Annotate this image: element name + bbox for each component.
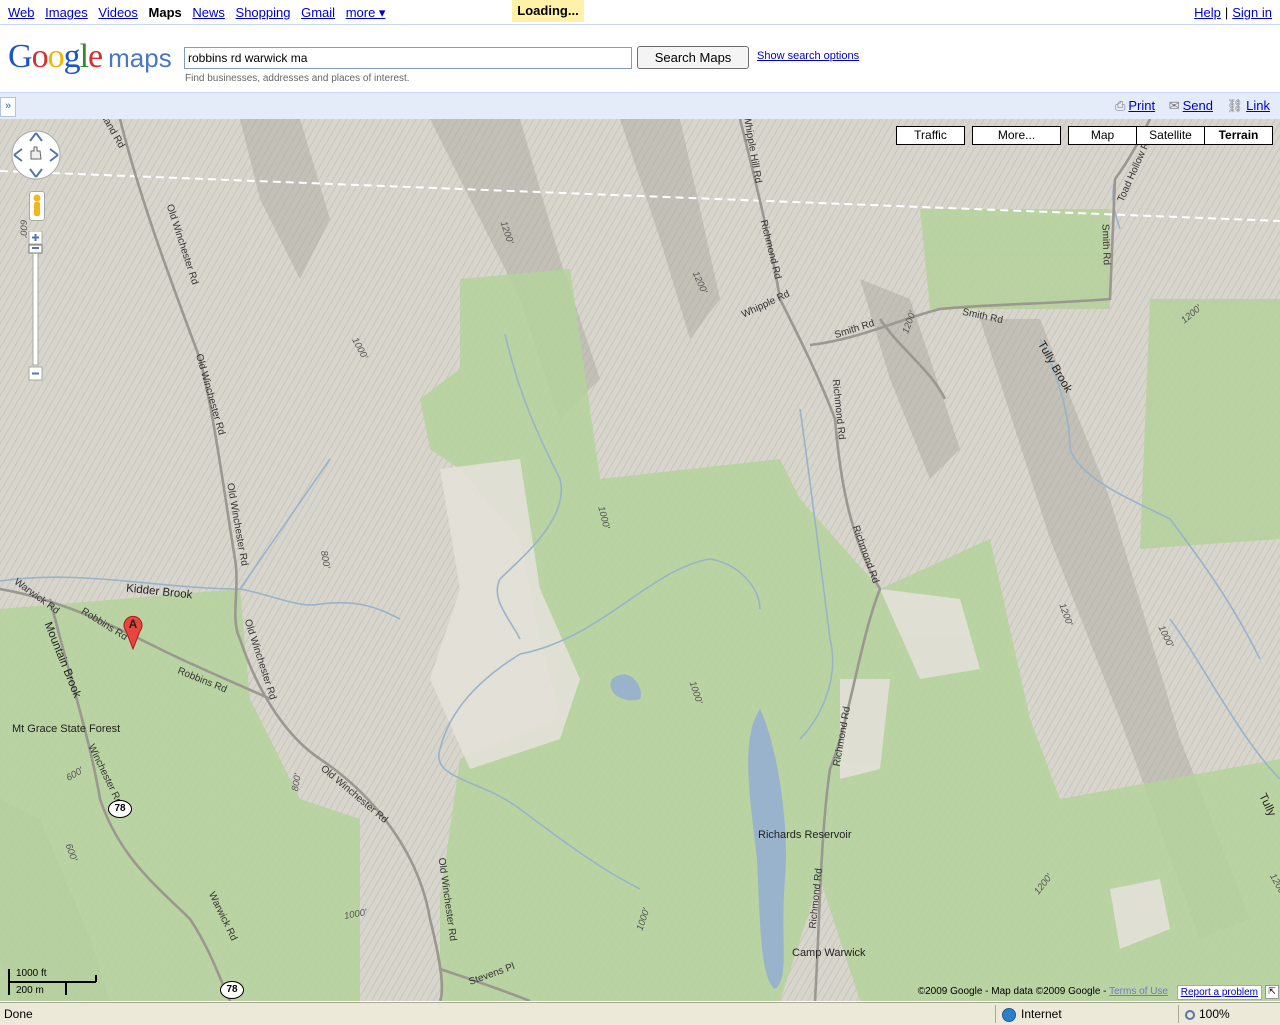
expand-panel-button[interactable]: »	[0, 97, 16, 117]
logo-letter: o	[47, 38, 65, 75]
print-link[interactable]: Print	[1128, 98, 1155, 113]
copyright-text: ©2009 Google - Map data ©2009 Google - T…	[918, 986, 1168, 997]
zoom-slider-icon	[28, 230, 43, 381]
logo-letter: o	[31, 38, 49, 75]
road-label: Smith Rd	[1099, 223, 1112, 266]
gbar-link-news[interactable]: News	[192, 5, 225, 20]
browser-status-bar: Done Internet 100%	[0, 1002, 1280, 1025]
gbar-link-web[interactable]: Web	[8, 5, 35, 20]
gbar-link-videos[interactable]: Videos	[98, 5, 138, 20]
status-text: Done	[4, 1007, 33, 1021]
logo-letter: e	[88, 38, 103, 75]
show-search-options-link[interactable]: Show search options	[757, 50, 859, 62]
scale-meters: 200 m	[16, 985, 44, 996]
pegman-icon	[33, 194, 41, 216]
zoom-track[interactable]	[32, 246, 39, 366]
security-zone: Internet	[995, 1005, 1182, 1023]
location-marker-a[interactable]: A	[122, 614, 144, 651]
copyright-notice: ©2009 Google - Map data ©2009 Google -	[917, 986, 1110, 997]
map-toolbar: » ⎙ Print ✉ Send ⛓ Link	[0, 92, 1280, 119]
map-type-map-button[interactable]: Map	[1068, 126, 1137, 145]
more-layers-button[interactable]: More...	[972, 126, 1061, 145]
map-type-satellite-button[interactable]: Satellite	[1136, 126, 1205, 145]
google-maps-logo[interactable]: Google maps	[8, 38, 172, 76]
overview-toggle-icon[interactable]: ⇱	[1265, 985, 1279, 999]
zoom-control[interactable]	[28, 230, 43, 381]
terrain-map[interactable]: land Rd Old Winchester Rd Old Winchester…	[0, 119, 1280, 1001]
print-action[interactable]: ⎙ Print	[1115, 98, 1155, 113]
scale-bar: 1000 ft 200 m	[6, 967, 101, 999]
pan-control[interactable]	[10, 129, 61, 180]
search-input[interactable]	[184, 47, 632, 69]
logo-letter: G	[8, 38, 33, 75]
zoom-label: 100%	[1199, 1007, 1230, 1021]
sign-in-link[interactable]: Sign in	[1232, 5, 1272, 20]
link-action[interactable]: ⛓ Link	[1227, 98, 1270, 113]
route-78-shield: 78	[220, 981, 244, 999]
terrain-base-layer	[0, 119, 1280, 1001]
send-link[interactable]: Send	[1183, 98, 1213, 113]
gbar-account-links: Help | Sign in	[1194, 5, 1272, 20]
scale-feet: 1000 ft	[16, 968, 47, 979]
envelope-icon: ✉	[1168, 98, 1180, 113]
gbar-link-maps-current: Maps	[148, 5, 182, 20]
send-action[interactable]: ✉ Send	[1169, 98, 1213, 113]
place-label: Mt Grace State Forest	[12, 723, 121, 735]
marker-label: A	[128, 617, 138, 631]
elevation-label: 600'	[17, 219, 29, 238]
search-header: Googlemaps Search Maps Show search optio…	[0, 25, 1280, 91]
terms-of-use-link[interactable]: Terms of Use	[1109, 986, 1168, 997]
globe-icon	[1002, 1007, 1016, 1022]
water-label: Richards Reservoir	[758, 829, 852, 841]
search-hint: Find businesses, addresses and places of…	[185, 73, 410, 84]
place-label: Camp Warwick	[792, 947, 866, 959]
gbar-link-shopping[interactable]: Shopping	[236, 5, 291, 20]
help-link[interactable]: Help	[1194, 5, 1221, 20]
gbar-link-more[interactable]: more ▾	[346, 5, 386, 20]
zone-label: Internet	[1021, 1007, 1062, 1021]
report-problem-link[interactable]: Report a problem	[1176, 985, 1262, 1000]
toolbar-actions: ⎙ Print ✉ Send ⛓ Link	[1105, 98, 1270, 114]
map-type-terrain-button[interactable]: Terrain	[1204, 126, 1273, 145]
gbar-separator: |	[1224, 5, 1229, 20]
zoom-level[interactable]: 100%	[1178, 1005, 1255, 1023]
logo-maps-text: maps	[108, 43, 172, 73]
gbar-link-images[interactable]: Images	[45, 5, 88, 20]
chain-link-icon: ⛓	[1226, 98, 1244, 113]
google-bar: Web Images Videos Maps News Shopping Gma…	[0, 0, 1280, 25]
street-view-pegman[interactable]	[29, 191, 45, 221]
logo-letter: g	[63, 38, 81, 75]
gbar-links: Web Images Videos Maps News Shopping Gma…	[8, 5, 392, 21]
print-icon: ⎙	[1114, 98, 1126, 113]
pan-compass-icon	[11, 130, 61, 180]
logo-letter: l	[79, 38, 90, 75]
magnifier-icon	[1185, 1009, 1195, 1020]
link-link[interactable]: Link	[1246, 98, 1270, 113]
loading-indicator: Loading...	[512, 0, 584, 22]
gbar-link-gmail[interactable]: Gmail	[301, 5, 335, 20]
route-78-shield: 78	[108, 800, 132, 818]
search-maps-button[interactable]: Search Maps	[637, 46, 749, 69]
traffic-button[interactable]: Traffic	[896, 126, 965, 145]
